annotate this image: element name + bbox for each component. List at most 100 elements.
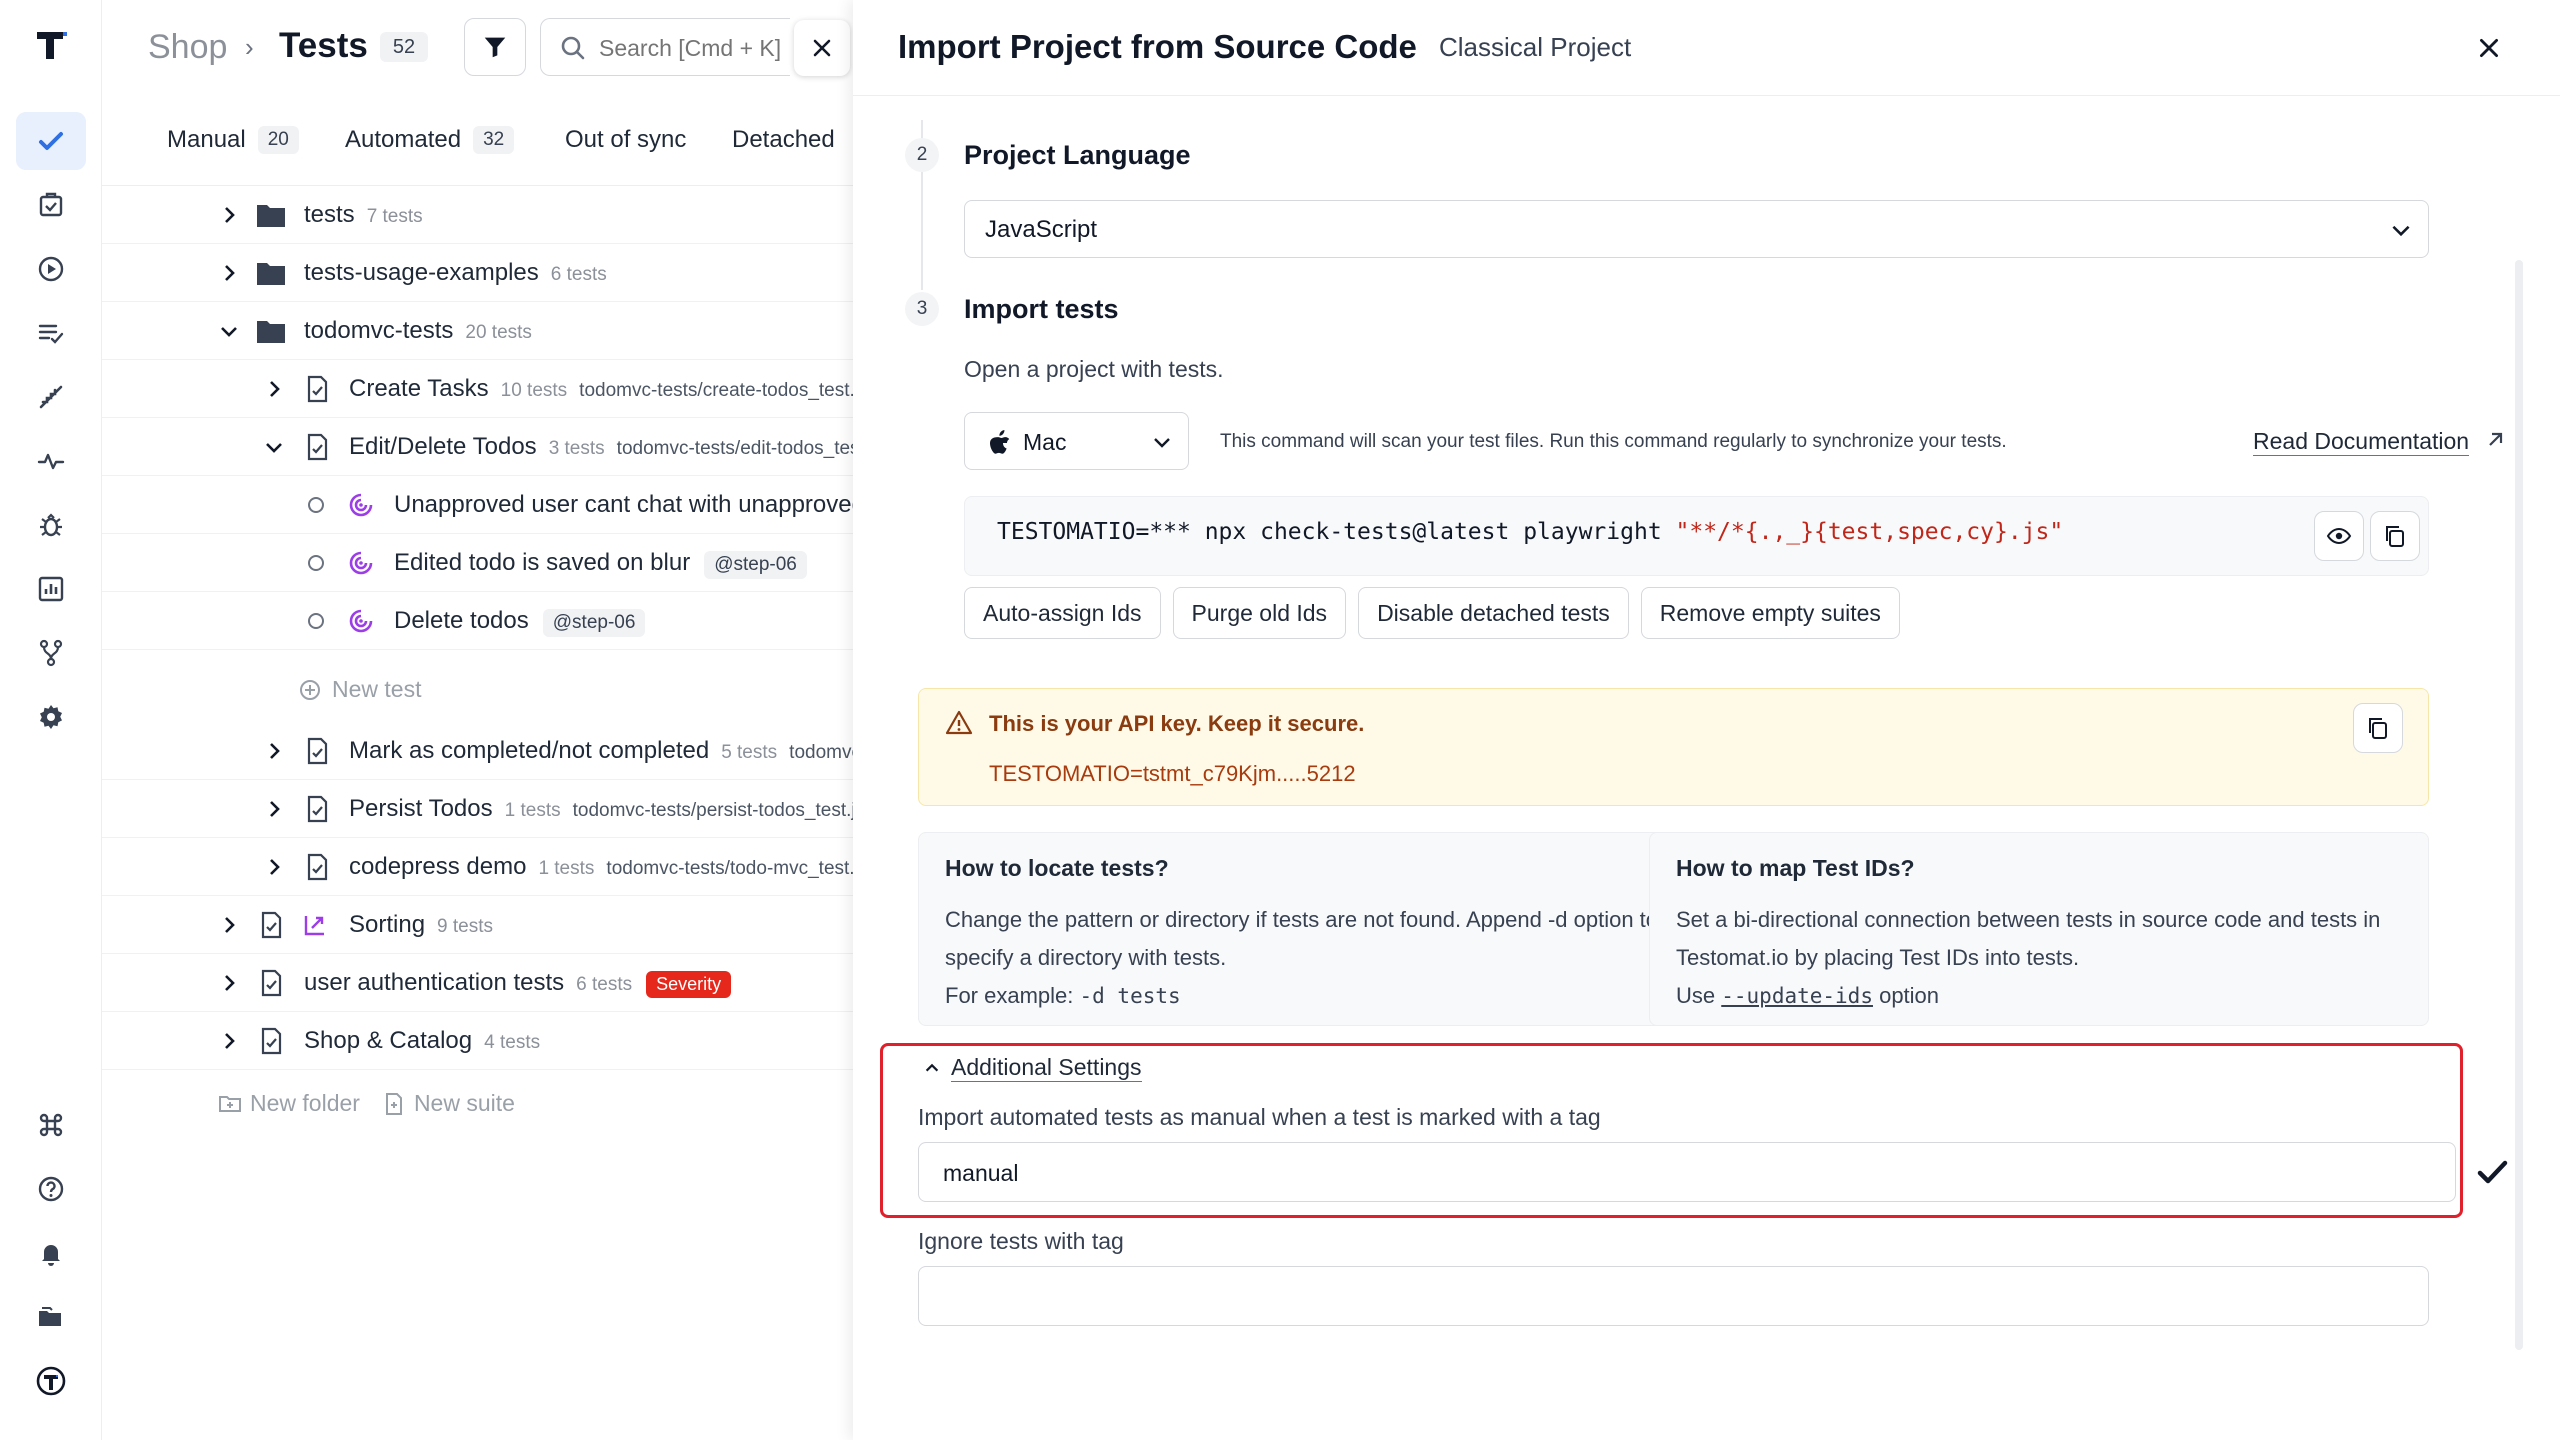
external-link-icon[interactable] [2483, 428, 2507, 452]
pulse-nav-icon[interactable] [16, 432, 86, 490]
test-status-circle[interactable] [308, 555, 324, 571]
branches-nav-icon[interactable] [16, 624, 86, 682]
tree-item-count: 4 tests [484, 1032, 541, 1053]
user-avatar-icon[interactable] [16, 1352, 86, 1410]
tree-item-name: Edit/Delete Todos [349, 433, 537, 460]
tree-row[interactable]: codepress demo 1 tests todomvc-tests/todo-… [102, 838, 854, 896]
requirements-nav-icon[interactable] [16, 176, 86, 234]
tree-item-count: 3 tests [548, 438, 605, 459]
read-documentation-link[interactable]: Read Documentation [2253, 428, 2470, 456]
tree-item-name: Shop & Catalog [304, 1027, 473, 1054]
tab-detached[interactable]: Detached [732, 126, 835, 154]
close-search-button[interactable] [794, 20, 850, 76]
disable-detached-tests-button[interactable]: Disable detached tests [1358, 587, 1629, 639]
tab-automated[interactable]: Automated 32 [345, 126, 515, 154]
additional-settings-label: Additional Settings [951, 1054, 1142, 1082]
tests-count-badge: 52 [380, 32, 428, 62]
projects-folder-icon[interactable] [16, 1288, 86, 1346]
chevron-right-icon[interactable] [218, 1030, 240, 1052]
chevron-down-icon[interactable] [263, 436, 285, 458]
panel-scrollbar[interactable] [2515, 260, 2523, 1350]
api-key-value[interactable]: TESTOMATIO=tstmt_c79Kjm.....5212 [989, 761, 1356, 787]
tree-item-name: Create Tasks [349, 375, 489, 402]
additional-settings-toggle[interactable]: Additional Settings [923, 1054, 1142, 1082]
close-icon [2480, 39, 2498, 57]
tab-manual[interactable]: Manual 20 [167, 126, 299, 154]
show-key-button[interactable] [2314, 511, 2364, 561]
test-row[interactable]: Unapproved user cant chat with unapprove… [102, 476, 854, 534]
new-suite-button[interactable]: New suite [382, 1090, 515, 1117]
tests-nav-icon[interactable] [16, 112, 86, 170]
copy-command-button[interactable] [2370, 511, 2420, 561]
tree-row[interactable]: todomvc-tests 20 tests [102, 302, 854, 360]
test-tag[interactable]: @step-06 [704, 551, 807, 579]
automated-test-icon [349, 493, 373, 517]
tree-row[interactable]: Shop & Catalog 4 tests [102, 1012, 854, 1070]
tree-bottom-actions: New folder New suite [218, 1090, 515, 1117]
step-number: 3 [905, 292, 939, 326]
tree-row[interactable]: Sorting 9 tests [102, 896, 854, 954]
chevron-right-icon[interactable] [218, 204, 240, 226]
chevron-right-icon[interactable] [263, 378, 285, 400]
manual-tag-input[interactable] [943, 1157, 2326, 1189]
testomatio-logo-icon[interactable] [30, 24, 72, 66]
close-panel-button[interactable] [2469, 28, 2509, 68]
chevron-down-icon [2392, 225, 2410, 237]
ignore-tag-label: Ignore tests with tag [918, 1228, 1124, 1254]
suite-file-icon [307, 853, 328, 881]
new-test-button[interactable]: New test [298, 676, 421, 703]
apple-icon [990, 430, 1010, 454]
analytics-nav-icon[interactable] [16, 560, 86, 618]
tab-out-of-sync[interactable]: Out of sync [565, 126, 686, 154]
steps-nav-icon[interactable] [16, 368, 86, 426]
chevron-right-icon[interactable] [263, 856, 285, 878]
tree-row[interactable]: Mark as completed/not completed 5 tests to… [102, 722, 854, 780]
tab-label: Detached [732, 126, 835, 153]
chevron-right-icon[interactable] [263, 740, 285, 762]
auto-assign-ids-button[interactable]: Auto-assign Ids [964, 587, 1161, 639]
command-code[interactable]: TESTOMATIO=*** npx check-tests@latest pl… [997, 519, 2063, 545]
test-row[interactable]: Edited todo is saved on blur @step-06 [102, 534, 854, 592]
help-icon[interactable] [16, 1160, 86, 1218]
test-status-circle[interactable] [308, 497, 324, 513]
defects-bug-icon[interactable] [16, 496, 86, 554]
map-test-ids-card: How to map Test IDs? Set a bi-directiona… [1649, 832, 2429, 1026]
tree-row[interactable]: Edit/Delete Todos 3 tests todomvc-tests/ed… [102, 418, 854, 476]
remove-empty-suites-button[interactable]: Remove empty suites [1640, 587, 1900, 639]
chevron-right-icon[interactable] [263, 798, 285, 820]
suite-file-icon [261, 969, 282, 997]
close-icon [813, 39, 831, 57]
search-input[interactable] [599, 31, 789, 65]
test-row[interactable]: Delete todos @step-06 [102, 592, 854, 650]
tree-row[interactable]: Create Tasks 10 tests todomvc-tests/create… [102, 360, 854, 418]
chevron-right-icon[interactable] [218, 262, 240, 284]
breadcrumb-shop-link[interactable]: Shop [148, 28, 227, 67]
confirm-check-icon[interactable] [2472, 1152, 2512, 1192]
runs-nav-icon[interactable] [16, 240, 86, 298]
chevron-right-icon[interactable] [218, 972, 240, 994]
chevron-right-icon[interactable] [218, 914, 240, 936]
tree-item-count: 6 tests [550, 264, 607, 285]
notifications-bell-icon[interactable] [16, 1224, 86, 1282]
os-select[interactable]: Mac [964, 412, 1189, 470]
language-select[interactable]: JavaScript [964, 200, 2429, 258]
test-status-circle[interactable] [308, 613, 324, 629]
new-folder-button[interactable]: New folder [218, 1090, 360, 1117]
automated-test-icon [349, 551, 373, 575]
copy-api-key-button[interactable] [2353, 703, 2403, 753]
tree-row[interactable]: tests-usage-examples 6 tests [102, 244, 854, 302]
settings-gear-icon[interactable] [16, 688, 86, 746]
tree-row[interactable]: user authentication tests 6 tests Severity [102, 954, 854, 1012]
plans-nav-icon[interactable] [16, 304, 86, 362]
filter-button[interactable] [464, 18, 526, 76]
tree-row[interactable]: tests 7 tests [102, 186, 854, 244]
chevron-down-icon[interactable] [218, 320, 240, 342]
ignore-tag-input[interactable] [943, 1281, 2302, 1313]
command-icon[interactable] [16, 1096, 86, 1154]
map-ids-title: How to map Test IDs? [1676, 855, 1915, 881]
test-tag[interactable]: @step-06 [542, 609, 646, 637]
purge-old-ids-button[interactable]: Purge old Ids [1172, 587, 1347, 639]
new-folder-icon [219, 1095, 241, 1112]
tree-item-name: Mark as completed/not completed [349, 737, 710, 764]
tree-row[interactable]: Persist Todos 1 tests todomvc-tests/persis… [102, 780, 854, 838]
